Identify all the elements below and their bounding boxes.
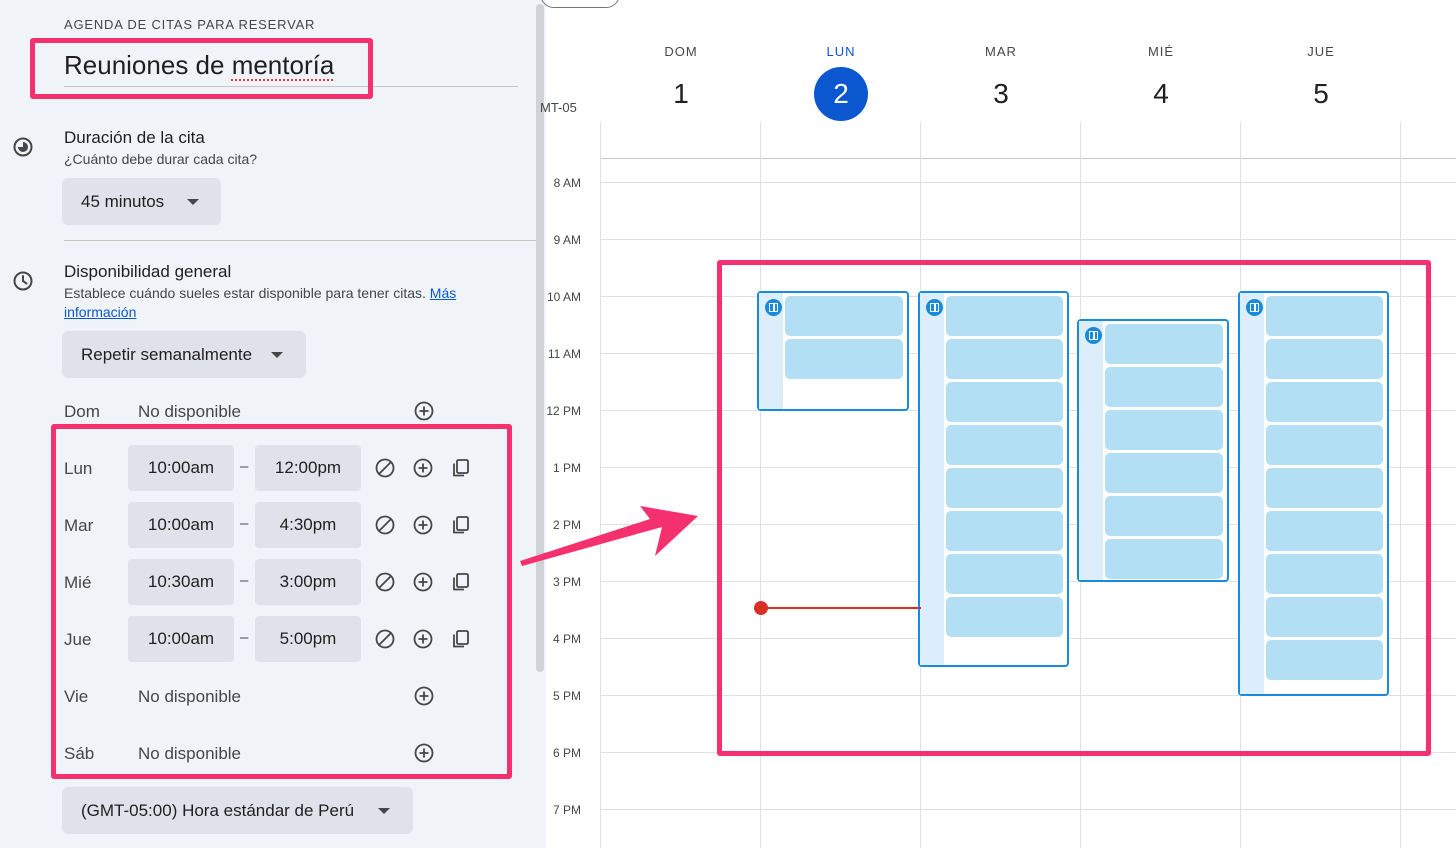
day-label: Dom [64,402,100,421]
timezone-dropdown[interactable]: (GMT-05:00) Hora estándar de Perú [62,787,413,834]
timezone-value: (GMT-05:00) Hora estándar de Perú [81,800,355,820]
add-circle-icon[interactable] [413,400,435,422]
day-header-mie[interactable]: MIÉ 4 [1081,44,1241,121]
more-info-link[interactable]: Más [430,285,456,301]
hour-label: 5 PM [552,689,581,703]
week-calendar: DOM 1 LUN 2 MAR 3 MIÉ 4 JUE 5 MT-05 8 AM… [540,0,1456,848]
day-date: 4 [1153,78,1169,109]
hour-label: 10 AM [546,290,581,304]
booking-settings-panel: AGENDA DE CITAS PARA RESERVAR Reuniones … [0,0,546,848]
hour-label: 6 PM [552,746,581,760]
unavailable-label: No disponible [138,402,242,421]
chevron-down-icon [271,351,283,358]
day-name: DOM [664,44,698,59]
timelapse-icon [12,136,34,163]
hour-label: 8 AM [553,176,581,190]
hour-label: 12 PM [546,404,581,418]
availability-title: Disponibilidad general [64,262,232,281]
panel-eyebrow: AGENDA DE CITAS PARA RESERVAR [64,17,316,32]
hour-label: 2 PM [552,518,581,532]
grid-hline [600,809,1456,810]
clock-icon [12,270,34,297]
duration-title: Duración de la cita [64,128,205,147]
today-date-badge: 2 [814,67,868,121]
grid-hline [600,182,1456,183]
hour-label: 9 AM [553,233,581,247]
repeat-dropdown[interactable]: Repetir semanalmente [62,331,306,378]
day-date: 5 [1313,78,1329,109]
section-divider [64,240,536,241]
hour-label: 3 PM [552,575,581,589]
hour-label: 7 PM [552,803,581,817]
day-name: LUN [826,44,856,59]
day-name: JUE [1307,44,1335,59]
repeat-value: Repetir semanalmente [81,344,253,364]
day-date: 1 [673,78,689,109]
day-header-lun[interactable]: LUN 2 [761,44,921,121]
availability-highlight-box [51,424,512,779]
chevron-down-icon [187,198,199,205]
title-highlight-box [30,38,373,99]
chevron-down-icon [378,807,390,814]
day-header-mar[interactable]: MAR 3 [921,44,1081,121]
calendar-timezone-label: MT-05 [540,100,577,115]
hour-label: 11 AM [547,347,581,361]
view-toggle-button[interactable] [540,0,620,8]
availability-subtitle: Establece cuándo sueles estar disponible… [64,284,504,322]
day-name: MIÉ [1147,44,1175,59]
booking-page-editor: AGENDA DE CITAS PARA RESERVAR Reuniones … [0,0,1456,848]
day-header-jue[interactable]: JUE 5 [1241,44,1401,121]
hour-label: 4 PM [552,632,581,646]
calendar-highlight-box [717,260,1431,756]
duration-value: 45 minutos [81,191,165,211]
duration-dropdown[interactable]: 45 minutos [62,178,221,225]
grid-hline [600,239,1456,240]
day-date: 3 [993,78,1009,109]
header-divider [600,158,1456,159]
day-header-dom[interactable]: DOM 1 [601,44,761,121]
hour-label: 1 PM [552,461,581,475]
more-info-link-cont[interactable]: información [64,304,136,320]
day-name: MAR [985,44,1017,59]
grid-vline [600,122,601,848]
availability-subtitle-text: Establece cuándo sueles estar disponible… [64,285,426,301]
duration-subtitle: ¿Cuánto debe durar cada cita? [64,151,258,167]
